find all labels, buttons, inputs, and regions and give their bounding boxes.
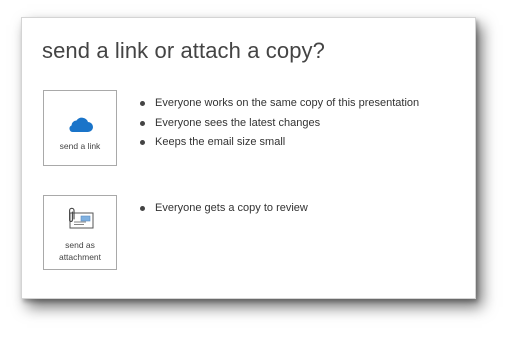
list-item: Everyone sees the latest changes [138, 114, 419, 134]
bullet-icon [140, 120, 145, 126]
attachment-envelope-icon [44, 206, 116, 237]
bullet-icon [140, 206, 145, 211]
send-attachment-benefits: Everyone gets a copy to review [138, 199, 308, 219]
send-link-label: send a link [59, 141, 101, 151]
cloud-icon [44, 115, 116, 138]
bullet-icon [140, 140, 145, 145]
share-dialog: send a link or attach a copy? send a lin… [21, 17, 476, 299]
bullet-icon [140, 101, 145, 106]
list-item: Keeps the email size small [138, 133, 419, 153]
list-item: Everyone works on the same copy of this … [138, 94, 419, 114]
send-attachment-button[interactable]: send as attachment [43, 195, 117, 270]
list-item: Everyone gets a copy to review [138, 199, 308, 219]
send-link-button[interactable]: send a link [43, 90, 117, 166]
send-link-benefits: Everyone works on the same copy of this … [138, 94, 419, 153]
dialog-title: send a link or attach a copy? [42, 38, 325, 63]
send-attachment-label: send as attachment [58, 240, 102, 262]
